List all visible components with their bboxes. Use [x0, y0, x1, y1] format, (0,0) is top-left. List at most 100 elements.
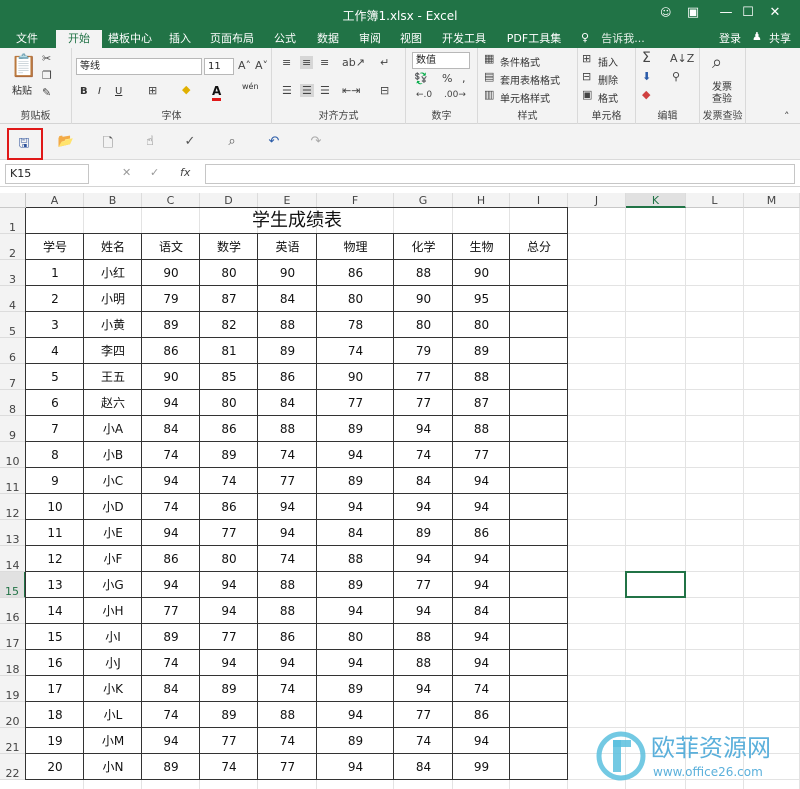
column-header-H[interactable]: H	[453, 193, 510, 208]
font-size-select[interactable]: 11	[204, 58, 234, 75]
row-header-17[interactable]: 17	[0, 624, 26, 650]
share-button[interactable]: 共享	[765, 30, 795, 48]
data-cell[interactable]: 74	[258, 442, 317, 468]
data-cell[interactable]	[510, 650, 568, 676]
italic-button[interactable]: I	[98, 86, 101, 97]
data-cell[interactable]	[510, 390, 568, 416]
print-preview-icon[interactable]: ⌕	[222, 134, 242, 152]
header-cell[interactable]: 学号	[26, 234, 84, 260]
tab-9[interactable]: 开发工具	[437, 30, 491, 48]
data-cell[interactable]: 86	[317, 260, 394, 286]
select-all-corner[interactable]	[0, 193, 26, 208]
column-header-M[interactable]: M	[744, 193, 800, 208]
autosum-icon[interactable]: Σ	[642, 50, 651, 66]
data-cell[interactable]: 94	[453, 468, 510, 494]
column-header-F[interactable]: F	[317, 193, 394, 208]
increase-decimal-icon[interactable]: ←.0	[416, 90, 432, 100]
data-cell[interactable]	[510, 338, 568, 364]
selected-cell-k15[interactable]	[625, 571, 686, 598]
data-cell[interactable]: 89	[200, 442, 258, 468]
new-file-icon[interactable]: 🗋	[98, 134, 118, 152]
data-cell[interactable]: 77	[258, 754, 317, 780]
data-cell[interactable]: 90	[317, 364, 394, 390]
top-align-icon[interactable]: ≡	[282, 56, 291, 69]
tab-1[interactable]: 开始	[56, 30, 102, 48]
font-name-select[interactable]: 等线	[76, 58, 202, 75]
data-cell[interactable]: 86	[258, 624, 317, 650]
data-cell[interactable]: 88	[258, 598, 317, 624]
delete-cells-button[interactable]: 删除	[598, 72, 618, 87]
data-cell[interactable]: 王五	[84, 364, 142, 390]
data-cell[interactable]: 77	[394, 364, 453, 390]
paste-button[interactable]: 粘贴	[12, 82, 32, 97]
data-cell[interactable]: 94	[453, 546, 510, 572]
data-cell[interactable]: 94	[394, 416, 453, 442]
column-header-G[interactable]: G	[394, 193, 453, 208]
data-cell[interactable]: 86	[453, 520, 510, 546]
invoice-check-icon[interactable]: ⌕	[712, 52, 722, 73]
data-cell[interactable]	[510, 260, 568, 286]
data-cell[interactable]: 小E	[84, 520, 142, 546]
data-cell[interactable]: 84	[394, 754, 453, 780]
row-header-13[interactable]: 13	[0, 520, 26, 546]
data-cell[interactable]: 89	[317, 676, 394, 702]
align-right-icon[interactable]: ☰	[320, 84, 330, 97]
share-icon[interactable]: ♟	[752, 30, 762, 43]
row-header-7[interactable]: 7	[0, 364, 26, 390]
data-cell[interactable]	[510, 468, 568, 494]
data-cell[interactable]: 94	[142, 390, 200, 416]
tab-4[interactable]: 页面布局	[202, 30, 262, 48]
data-cell[interactable]: 89	[142, 312, 200, 338]
data-cell[interactable]: 88	[394, 260, 453, 286]
column-header-I[interactable]: I	[510, 193, 568, 208]
data-cell[interactable]: 11	[26, 520, 84, 546]
data-cell[interactable]: 99	[453, 754, 510, 780]
data-cell[interactable]: 87	[200, 286, 258, 312]
row-header-5[interactable]: 5	[0, 312, 26, 338]
bold-button[interactable]: B	[80, 86, 88, 97]
header-cell[interactable]: 英语	[258, 234, 317, 260]
data-cell[interactable]: 94	[258, 494, 317, 520]
tab-2[interactable]: 模板中心	[100, 30, 160, 48]
data-cell[interactable]: 89	[453, 338, 510, 364]
tab-7[interactable]: 审阅	[352, 30, 388, 48]
data-cell[interactable]	[510, 676, 568, 702]
data-cell[interactable]: 小D	[84, 494, 142, 520]
data-cell[interactable]: 84	[142, 676, 200, 702]
data-cell[interactable]: 77	[394, 572, 453, 598]
data-cell[interactable]: 94	[200, 572, 258, 598]
cell-style-button[interactable]: 单元格样式	[500, 90, 550, 105]
data-cell[interactable]: 80	[453, 312, 510, 338]
data-cell[interactable]: 小C	[84, 468, 142, 494]
data-cell[interactable]: 小F	[84, 546, 142, 572]
data-cell[interactable]: 88	[258, 416, 317, 442]
data-cell[interactable]: 94	[317, 494, 394, 520]
data-cell[interactable]: 94	[317, 754, 394, 780]
data-cell[interactable]: 小N	[84, 754, 142, 780]
spelling-icon[interactable]: ✓	[180, 134, 200, 152]
data-cell[interactable]: 89	[142, 624, 200, 650]
insert-function-icon[interactable]: fx	[180, 166, 190, 179]
open-folder-icon[interactable]: 📂	[56, 134, 76, 152]
middle-align-icon[interactable]: ≡	[300, 56, 314, 69]
comma-icon[interactable]: ,	[462, 72, 466, 85]
data-cell[interactable]: 89	[258, 338, 317, 364]
data-cell[interactable]: 15	[26, 624, 84, 650]
data-cell[interactable]: 小K	[84, 676, 142, 702]
data-cell[interactable]	[510, 520, 568, 546]
data-cell[interactable]: 小L	[84, 702, 142, 728]
data-cell[interactable]: 14	[26, 598, 84, 624]
data-cell[interactable]: 13	[26, 572, 84, 598]
close-button[interactable]: ✕	[765, 5, 785, 20]
fill-icon[interactable]: ⬇	[642, 70, 651, 83]
data-cell[interactable]: 86	[142, 546, 200, 572]
data-cell[interactable]: 74	[394, 728, 453, 754]
data-cell[interactable]	[510, 598, 568, 624]
cut-icon[interactable]: ✂	[42, 52, 51, 65]
tab-5[interactable]: 公式	[266, 30, 304, 48]
clear-icon[interactable]: ◆	[642, 88, 650, 101]
data-cell[interactable]	[510, 494, 568, 520]
data-cell[interactable]: 77	[453, 442, 510, 468]
header-cell[interactable]: 生物	[453, 234, 510, 260]
row-header-1[interactable]: 1	[0, 208, 26, 234]
